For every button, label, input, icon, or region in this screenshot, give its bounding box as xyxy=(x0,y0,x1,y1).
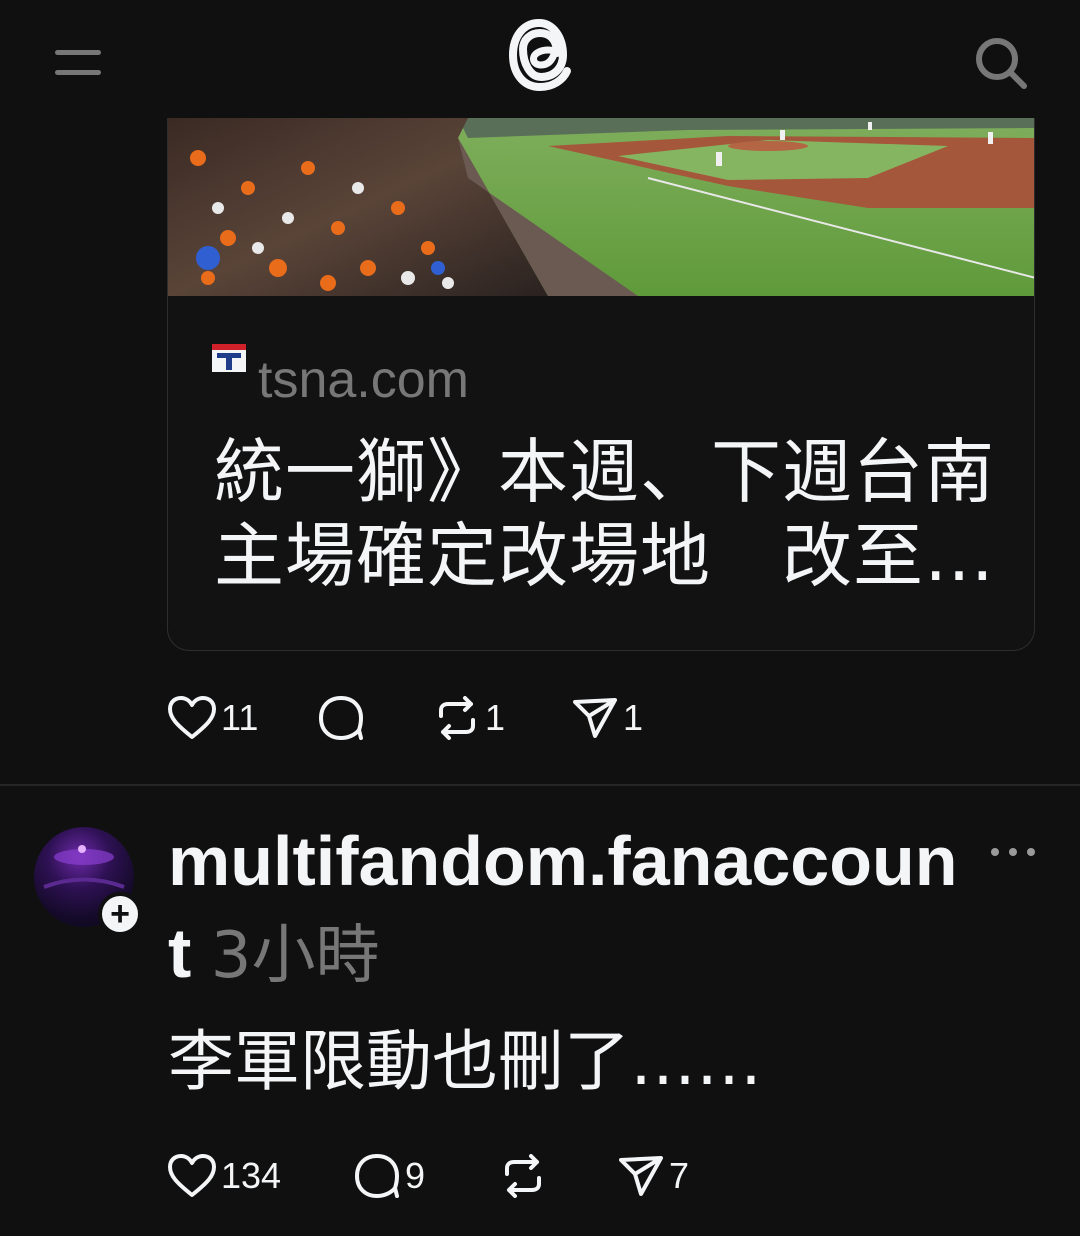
like-button[interactable]: 134 xyxy=(167,1153,353,1199)
share-button[interactable]: 1 xyxy=(571,696,643,740)
repost-icon xyxy=(439,696,475,740)
post-time: 3小時 xyxy=(210,919,380,993)
link-title: 統一獅》本週、下週台南主場確定改場地 改至… xyxy=(214,431,995,597)
like-count: 134 xyxy=(221,1155,282,1196)
top-bar xyxy=(0,0,1080,118)
like-button[interactable]: 11 xyxy=(167,695,317,741)
post-divider xyxy=(0,784,1080,786)
more-options-icon[interactable] xyxy=(990,842,1036,862)
reply-count: 9 xyxy=(405,1155,426,1196)
plus-icon: + xyxy=(110,895,130,933)
like-count: 11 xyxy=(221,697,259,738)
repost-button[interactable]: 1 xyxy=(433,696,571,740)
link-domain: tsna.com xyxy=(258,351,469,409)
tsna-favicon-icon xyxy=(212,344,246,372)
reply-button[interactable]: 9 xyxy=(353,1152,499,1200)
link-preview-card[interactable]: tsna.com 統一獅》本週、下週台南主場確定改場地 改至… xyxy=(167,118,1035,651)
repost-icon xyxy=(505,1154,541,1198)
post-action-bar: 134 9 7 xyxy=(167,1146,689,1206)
threads-logo-icon[interactable] xyxy=(503,15,577,95)
comment-icon xyxy=(355,1154,399,1198)
post-text: 李軍限動也刪了…… xyxy=(168,1023,762,1100)
send-icon xyxy=(573,698,617,738)
reply-button[interactable] xyxy=(317,694,433,742)
follow-button[interactable]: + xyxy=(98,892,142,936)
heart-icon xyxy=(168,1154,216,1197)
search-icon[interactable] xyxy=(974,36,1028,90)
heart-icon xyxy=(168,696,216,739)
hamburger-menu-icon[interactable] xyxy=(55,48,103,78)
repost-button[interactable] xyxy=(499,1154,617,1198)
post-header: multifandom.fanaccount 3小時 xyxy=(168,815,968,1002)
comment-icon xyxy=(319,696,363,740)
share-count: 1 xyxy=(623,697,644,738)
share-button[interactable]: 7 xyxy=(617,1154,689,1198)
share-count: 7 xyxy=(669,1155,690,1196)
post-action-bar: 11 1 1 xyxy=(167,688,643,748)
repost-count: 1 xyxy=(485,697,506,738)
baseball-stadium-photo xyxy=(168,118,1034,296)
send-icon xyxy=(619,1156,663,1196)
